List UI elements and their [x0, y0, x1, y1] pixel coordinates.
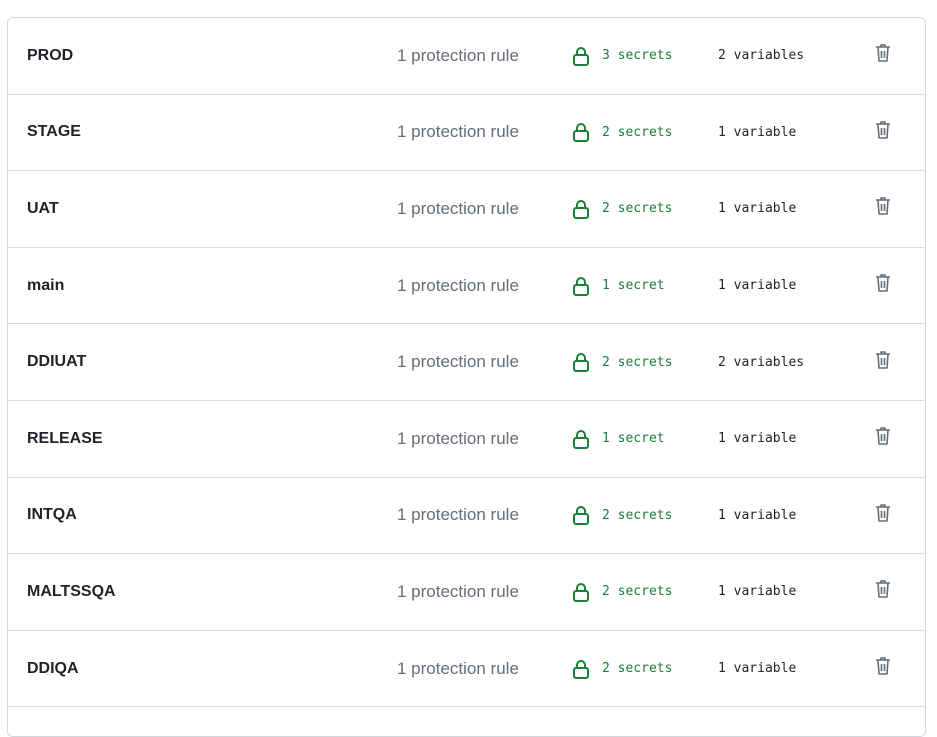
environment-row[interactable]: INTQA 1 protection rule 2 secrets 1 vari…: [8, 478, 925, 555]
lock-icon: [572, 352, 590, 373]
protection-rule-count: 1 protection rule: [397, 198, 519, 218]
variables-count: 1 variable: [718, 584, 797, 600]
lock-icon: [572, 505, 590, 526]
environment-name-link[interactable]: UAT: [27, 171, 59, 247]
protection-rule-count: 1 protection rule: [397, 275, 519, 295]
secrets-info: 2 secrets: [572, 171, 672, 247]
environment-name-link[interactable]: MALTSSQA: [27, 554, 116, 630]
secrets-info: 1 secret: [572, 248, 665, 324]
secrets-count: 2 secrets: [602, 201, 673, 217]
environment-name-link[interactable]: INTQA: [27, 478, 77, 554]
environment-name-link[interactable]: DDIUAT: [27, 324, 86, 400]
protection-rule-count: 1 protection rule: [397, 45, 519, 65]
environment-row[interactable]: MALTSSQA 1 protection rule 2 secrets 1 v…: [8, 554, 925, 631]
delete-environment-button[interactable]: [874, 631, 892, 707]
protection-rule-count: 1 protection rule: [397, 352, 519, 372]
secrets-info: 1 secret: [572, 401, 665, 477]
delete-environment-button[interactable]: [874, 401, 892, 477]
lock-icon: [572, 429, 590, 449]
lock-icon: [572, 199, 590, 219]
secrets-info: 2 secrets: [572, 554, 672, 630]
trash-icon: [874, 273, 892, 298]
lock-icon: [572, 46, 590, 66]
secrets-info: 3 secrets: [572, 18, 672, 94]
trash-icon: [874, 426, 892, 451]
environments-list: PROD 1 protection rule 3 secrets 2 varia…: [7, 17, 926, 737]
delete-environment-button[interactable]: [874, 18, 892, 94]
delete-environment-button[interactable]: [874, 171, 892, 247]
environment-row[interactable]: UAT 1 protection rule 2 secrets 1 variab…: [8, 171, 925, 248]
variables-count: 1 variable: [718, 661, 797, 677]
secrets-count: 1 secret: [602, 278, 665, 294]
trash-icon: [874, 579, 892, 604]
secrets-count: 1 secret: [602, 431, 665, 447]
lock-icon: [572, 659, 590, 679]
environment-row[interactable]: STAGE 1 protection rule 2 secrets 1 vari…: [8, 95, 925, 172]
secrets-count: 2 secrets: [602, 354, 673, 370]
variables-count: 1 variable: [718, 278, 797, 294]
environment-row[interactable]: PROD 1 protection rule 3 secrets 2 varia…: [8, 18, 925, 95]
trash-icon: [874, 120, 892, 145]
protection-rule-count: 1 protection rule: [397, 581, 519, 601]
variables-count: 1 variable: [718, 431, 797, 447]
secrets-info: 2 secrets: [572, 478, 672, 554]
environment-row[interactable]: main 1 protection rule 1 secret 1 variab…: [8, 248, 925, 325]
trash-icon: [874, 350, 892, 375]
environment-row[interactable]: DDIQA 1 protection rule 2 secrets 1 vari…: [8, 631, 925, 708]
variables-count: 1 variable: [718, 507, 797, 523]
secrets-info: 2 secrets: [572, 324, 672, 400]
trash-icon: [874, 656, 892, 681]
lock-icon: [572, 276, 590, 296]
lock-icon: [572, 582, 590, 602]
secrets-count: 3 secrets: [602, 48, 673, 64]
trash-icon: [874, 503, 892, 528]
environment-name-link[interactable]: RELEASE: [27, 401, 103, 477]
trash-icon: [874, 43, 892, 68]
variables-count: 2 variables: [718, 48, 805, 64]
secrets-info: 2 secrets: [572, 631, 672, 707]
environment-row[interactable]: RELEASE 1 protection rule 1 secret 1 var…: [8, 401, 925, 478]
environment-name-link[interactable]: PROD: [27, 18, 73, 94]
secrets-count: 2 secrets: [602, 661, 673, 677]
secrets-count: 2 secrets: [602, 584, 673, 600]
environment-name-link[interactable]: STAGE: [27, 95, 81, 171]
delete-environment-button[interactable]: [874, 554, 892, 630]
protection-rule-count: 1 protection rule: [397, 505, 519, 525]
protection-rule-count: 1 protection rule: [397, 428, 519, 448]
environment-name-link[interactable]: main: [27, 248, 64, 324]
delete-environment-button[interactable]: [874, 478, 892, 554]
variables-count: 1 variable: [718, 201, 797, 217]
variables-count: 2 variables: [718, 354, 805, 370]
delete-environment-button[interactable]: [874, 95, 892, 171]
delete-environment-button[interactable]: [874, 324, 892, 400]
protection-rule-count: 1 protection rule: [397, 122, 519, 142]
trash-icon: [874, 196, 892, 221]
environment-row[interactable]: DDIUAT 1 protection rule 2 secrets 2 var…: [8, 324, 925, 401]
secrets-info: 2 secrets: [572, 95, 672, 171]
lock-icon: [572, 122, 590, 143]
secrets-count: 2 secrets: [602, 507, 673, 523]
delete-environment-button[interactable]: [874, 248, 892, 324]
protection-rule-count: 1 protection rule: [397, 658, 519, 678]
environment-name-link[interactable]: DDIQA: [27, 631, 79, 707]
variables-count: 1 variable: [718, 124, 797, 140]
secrets-count: 2 secrets: [602, 124, 673, 140]
